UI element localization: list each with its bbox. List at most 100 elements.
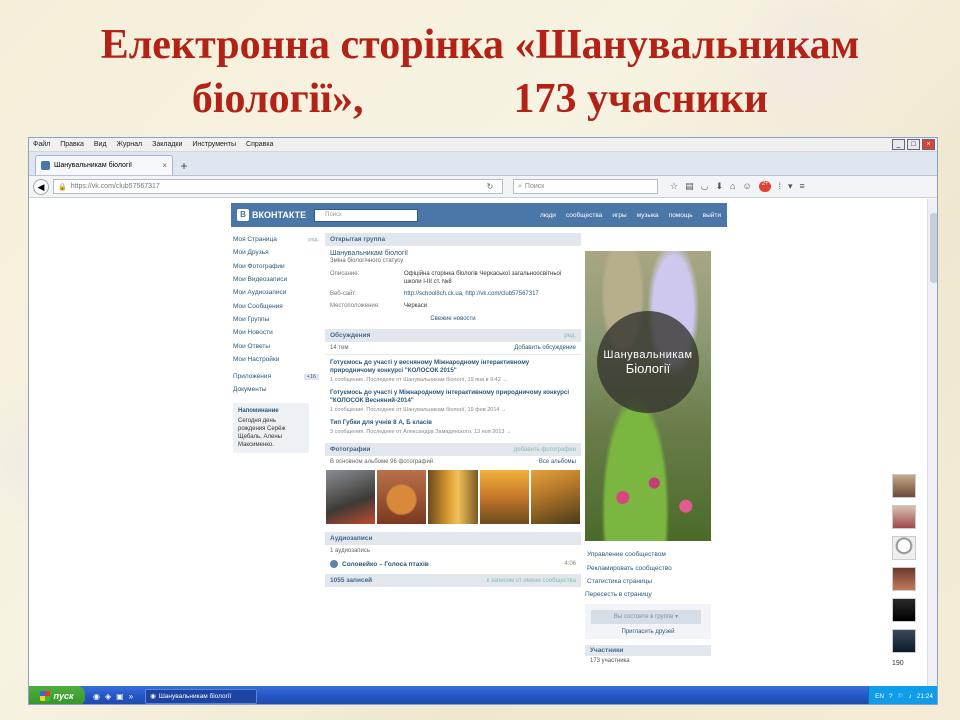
vk-top-menu-item[interactable]: сообщества xyxy=(566,212,602,219)
menu-item[interactable]: Вид xyxy=(94,141,107,148)
discussions-title[interactable]: Обсуждения xyxy=(330,332,370,339)
start-button[interactable]: пуск xyxy=(29,686,85,704)
pocket-icon[interactable]: ◡ xyxy=(701,181,709,192)
vk-top-menu-item[interactable]: игры xyxy=(612,212,626,219)
library-icon[interactable]: ▤ xyxy=(685,181,694,192)
scroll-thumb[interactable] xyxy=(930,213,937,283)
topics-count: 14 тем xyxy=(330,345,349,351)
sidebar-item-apps[interactable]: Приложения +16 xyxy=(233,370,319,383)
audio-title[interactable]: Аудиозаписи xyxy=(330,535,372,542)
discussion-topic[interactable]: Готуємось до участі у весняному Міжнарод… xyxy=(325,355,581,385)
membership-button[interactable]: Вы состоите в группе ▾ xyxy=(591,609,701,624)
discussion-topic[interactable]: Готуємось до участі у Міжнародному інтер… xyxy=(325,385,581,415)
sidebar-item[interactable]: Мои Новости xyxy=(233,326,319,339)
address-bar[interactable]: 🔒 https://vk.com/club57567317 ↻ xyxy=(53,179,503,194)
discussion-topic[interactable]: Тип Губки для учнів 8 А, Б класів 3 сообщ… xyxy=(325,415,581,437)
photos-title[interactable]: Фотографии xyxy=(330,446,370,453)
volume-icon[interactable]: ♪ xyxy=(908,693,911,700)
topic-title[interactable]: Готуємось до участі у Міжнародному інтер… xyxy=(330,389,576,405)
member-avatar[interactable] xyxy=(892,505,916,529)
sidebar-item[interactable]: Мои Настройки xyxy=(233,353,319,366)
news-link[interactable]: Свежие новости xyxy=(325,312,581,329)
expand-icon[interactable]: » xyxy=(129,692,133,701)
network-icon[interactable]: ⚐ xyxy=(898,692,904,700)
photo-thumb[interactable] xyxy=(530,470,581,524)
dropdown-icon[interactable]: ▾ xyxy=(788,181,793,192)
vk-top-menu-item[interactable]: музыка xyxy=(637,212,659,219)
vk-top-menu-item[interactable]: выйти xyxy=(703,212,721,219)
sidebar-item-label: Мои Группы xyxy=(233,315,270,323)
wall-filter-link[interactable]: к записям от имени сообщества xyxy=(487,578,576,584)
manage-link[interactable]: Управление сообществом xyxy=(587,548,711,562)
topic-title[interactable]: Тип Губки для учнів 8 А, Б класів xyxy=(330,419,576,427)
browser-search-input[interactable]: ⌕ Поиск xyxy=(513,179,658,194)
help-icon[interactable]: ? xyxy=(889,693,893,700)
manage-link[interactable]: Рекламировать сообщество xyxy=(587,562,711,576)
menu-item[interactable]: Журнал xyxy=(117,141,143,148)
new-tab-button[interactable]: + xyxy=(176,159,192,175)
grid-icon[interactable]: ⁞ xyxy=(778,181,781,192)
vk-top-menu-item[interactable]: помощь xyxy=(669,212,693,219)
sidebar-item[interactable]: Моя Страница ред. xyxy=(233,233,319,246)
photo-thumb[interactable] xyxy=(377,470,427,524)
vk-logo[interactable]: В ВКОНТАКТЕ xyxy=(237,209,306,221)
audio-track[interactable]: Соловейко – Голоса птахів 4:06 xyxy=(325,557,581,574)
view-as-page-link[interactable]: Пересесть в страницу xyxy=(585,589,711,598)
language-indicator[interactable]: EN xyxy=(875,693,884,700)
photo-thumb[interactable] xyxy=(428,470,478,524)
add-photos-link[interactable]: добавить фотографии xyxy=(514,447,576,453)
bookmark-star-icon[interactable]: ☆ xyxy=(670,181,678,192)
sidebar-item[interactable]: Мои Сообщения xyxy=(233,299,319,312)
addon-badge[interactable]: 2+ xyxy=(758,181,772,192)
menu-item[interactable]: Файл xyxy=(33,141,50,148)
clock: 21:24 xyxy=(916,692,933,700)
desktop-icon[interactable]: ▣ xyxy=(116,692,124,701)
members-header[interactable]: Участники xyxy=(585,644,711,656)
photo-thumb[interactable] xyxy=(479,470,529,524)
sidebar-item[interactable]: Мои Ответы xyxy=(233,339,319,352)
smiley-icon[interactable]: ☺ xyxy=(742,181,751,192)
reload-icon[interactable]: ↻ xyxy=(482,182,498,191)
member-avatar[interactable] xyxy=(892,474,916,498)
member-avatar[interactable] xyxy=(892,536,916,560)
close-button[interactable]: × xyxy=(922,139,935,150)
sidebar-item[interactable]: Мои Видеозаписи xyxy=(233,273,319,286)
vk-search-input[interactable]: Поиск xyxy=(314,208,419,222)
member-avatar[interactable] xyxy=(892,598,916,622)
member-avatar[interactable] xyxy=(892,629,916,653)
menu-item[interactable]: Правка xyxy=(60,141,84,148)
play-icon[interactable] xyxy=(330,560,338,568)
photo-thumb[interactable] xyxy=(326,470,376,524)
home-icon[interactable]: ⌂ xyxy=(730,181,735,192)
back-button[interactable]: ◀ xyxy=(33,178,49,195)
edit-menu-link[interactable]: ред. xyxy=(308,237,319,243)
sidebar-item[interactable]: Мои Группы xyxy=(233,313,319,326)
sidebar-item[interactable]: Мои Друзья xyxy=(233,246,319,259)
maximize-button[interactable]: □ xyxy=(907,139,920,150)
sidebar-item[interactable]: Мои Фотографии xyxy=(233,260,319,273)
menu-item[interactable]: Справка xyxy=(246,141,273,148)
member-avatar[interactable] xyxy=(892,567,916,591)
close-tab-icon[interactable]: × xyxy=(162,161,167,170)
taskbar-window-button[interactable]: ◉ Шанувальникам біології xyxy=(145,688,258,704)
scrollbar[interactable] xyxy=(927,199,937,686)
manage-link[interactable]: Статистика страницы xyxy=(587,575,711,589)
download-icon[interactable]: ⬇ xyxy=(715,181,723,192)
menu-item[interactable]: Закладки xyxy=(152,141,182,148)
add-discussion-link[interactable]: Добавить обсуждение xyxy=(514,345,576,351)
browser-tab[interactable]: Шанувальникам біології × xyxy=(35,155,173,175)
group-avatar[interactable]: Шанувальникам Біології xyxy=(585,251,711,541)
firefox-icon[interactable]: ◉ xyxy=(93,692,100,701)
menu-item[interactable]: Инструменты xyxy=(192,141,236,148)
menu-icon[interactable]: ≡ xyxy=(800,181,805,192)
invite-friends-link[interactable]: Пригласить друзей xyxy=(591,624,705,635)
discussions-edit[interactable]: ред. xyxy=(564,333,576,339)
topic-title[interactable]: Готуємось до участі у весняному Міжнарод… xyxy=(330,359,576,375)
minimize-button[interactable]: _ xyxy=(892,139,905,150)
all-albums-link[interactable]: Все альбомы xyxy=(539,459,576,465)
sidebar-item[interactable]: Мои Аудиозаписи xyxy=(233,286,319,299)
browser-icon[interactable]: ◈ xyxy=(105,692,111,701)
sidebar-item-docs[interactable]: Документы xyxy=(233,383,319,396)
vk-top-menu-item[interactable]: люди xyxy=(540,212,556,219)
info-value[interactable]: http://school8ch.ck.ua, http://vk.com/cl… xyxy=(404,290,576,298)
